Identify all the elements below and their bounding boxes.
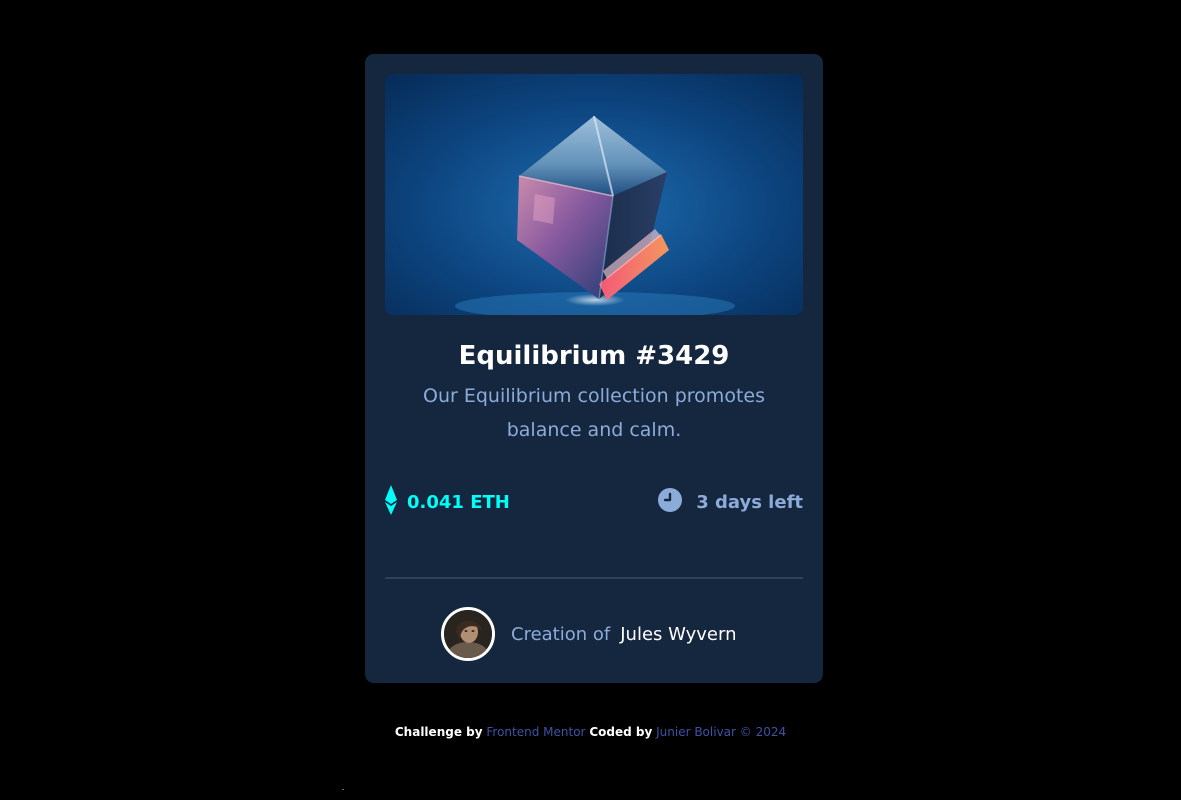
equilibrium-cube-image bbox=[385, 74, 803, 315]
page: Equilibrium #3429 Our Equilibrium collec… bbox=[0, 0, 1181, 800]
time-left: 3 days left bbox=[658, 486, 803, 518]
equilibrium-image[interactable] bbox=[385, 74, 803, 315]
coded-by-label: Coded by bbox=[589, 725, 653, 739]
divider bbox=[385, 577, 803, 579]
creator-label: Creation of bbox=[511, 623, 611, 645]
time-left-value: 3 days left bbox=[696, 491, 803, 513]
ethereum-icon bbox=[385, 485, 397, 519]
card-description: Our Equilibrium collection promotes bala… bbox=[423, 385, 765, 441]
challenge-by-label: Challenge by bbox=[394, 725, 483, 739]
card-stats: 0.041 ETH 3 days left bbox=[385, 485, 803, 519]
stray-pixel bbox=[342, 789, 344, 790]
frontend-mentor-link[interactable]: Frontend Mentor bbox=[486, 725, 585, 739]
creator-row: Creation of Jules Wyvern bbox=[441, 604, 736, 664]
attribution: Challenge by Frontend Mentor Coded by Ju… bbox=[0, 725, 1181, 739]
clock-icon bbox=[658, 488, 683, 516]
creator-name-link[interactable]: Jules Wyvern bbox=[620, 624, 736, 645]
nft-card: Equilibrium #3429 Our Equilibrium collec… bbox=[365, 54, 823, 683]
price-value: 0.041 ETH bbox=[407, 491, 510, 513]
author-link[interactable]: Junier Bolivar © 2024 bbox=[656, 725, 786, 739]
price: 0.041 ETH bbox=[385, 485, 510, 519]
card-title[interactable]: Equilibrium #3429 bbox=[365, 340, 823, 372]
creator-avatar bbox=[441, 607, 495, 661]
